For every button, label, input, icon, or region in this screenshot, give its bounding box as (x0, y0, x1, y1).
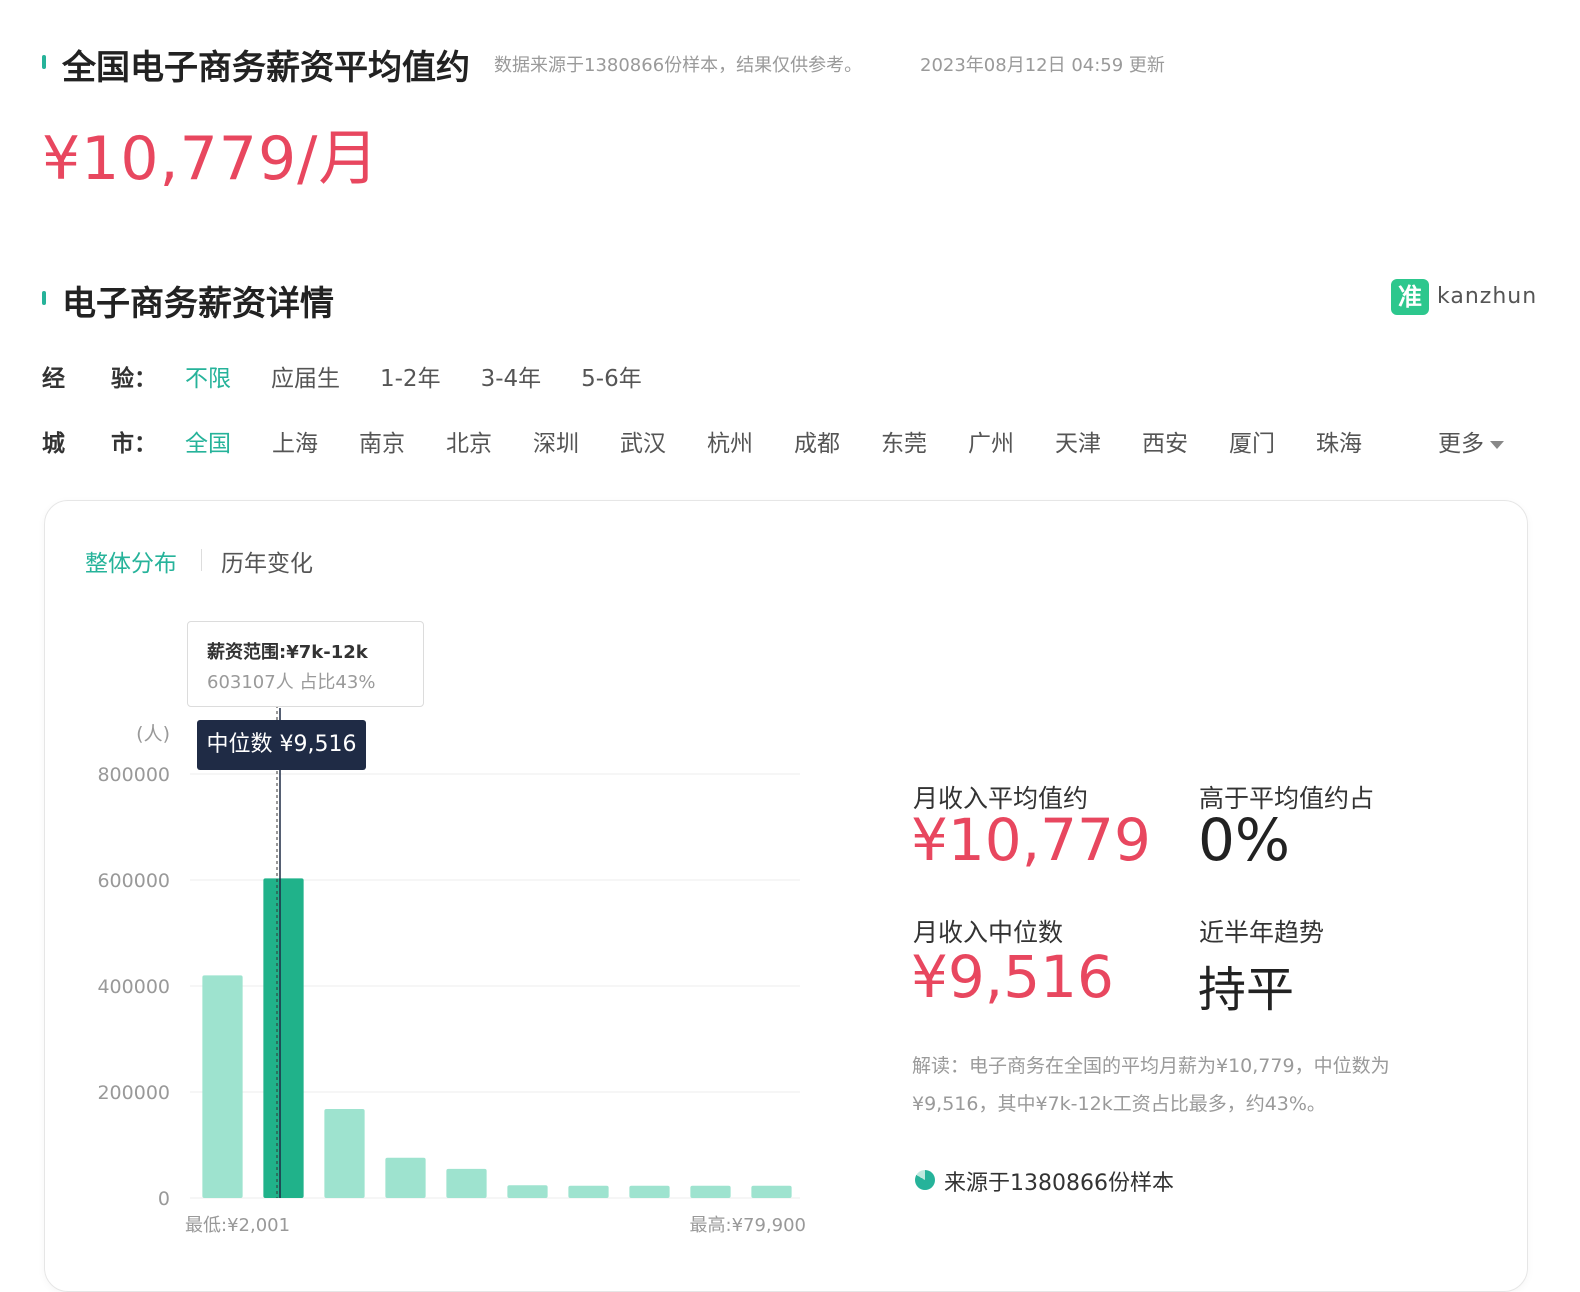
histogram-bar[interactable] (568, 1185, 609, 1198)
y-unit-label: (人) (136, 723, 170, 745)
trend-label: 近半年趋势 (1199, 918, 1325, 947)
tooltip-range: 薪资范围:¥7k-12k (207, 642, 368, 663)
histogram-bar[interactable] (385, 1157, 426, 1198)
avg-income-value: ¥10,779 (911, 806, 1151, 874)
above-avg-value: 0% (1198, 806, 1291, 874)
median-tag: 中位数 ¥9,516 (197, 720, 366, 770)
tooltip-count: 603107人 占比43% (207, 672, 376, 693)
pie-chart-icon (915, 1170, 935, 1190)
histogram-bar[interactable] (507, 1185, 548, 1198)
histogram-bar[interactable] (446, 1168, 487, 1198)
histogram-bar[interactable] (324, 1108, 365, 1198)
sample-source: 来源于1380866份样本 (944, 1171, 1174, 1196)
y-tick-label: 400000 (97, 976, 170, 998)
histogram-bar[interactable] (690, 1185, 731, 1198)
median-income-value: ¥9,516 (911, 943, 1114, 1011)
y-tick-label: 600000 (97, 870, 170, 892)
interpretation-text: 解读：电子商务在全国的平均月薪为¥10,779，中位数为¥9,516，其中¥7k… (912, 1055, 1390, 1115)
bar-tooltip: 薪资范围:¥7k-12k 603107人 占比43% (187, 621, 424, 707)
histogram-bar[interactable] (202, 975, 243, 1198)
histogram-bar[interactable] (263, 878, 304, 1198)
min-salary-label: 最低:¥2,001 (185, 1215, 290, 1236)
trend-value: 持平 (1198, 962, 1295, 1018)
max-salary-label: 最高:¥79,900 (690, 1215, 807, 1236)
histogram-bar[interactable] (751, 1185, 792, 1198)
y-tick-label: 200000 (97, 1082, 170, 1104)
y-tick-label: 0 (158, 1188, 170, 1210)
histogram-bar[interactable] (629, 1185, 670, 1198)
y-tick-label: 800000 (97, 764, 170, 786)
